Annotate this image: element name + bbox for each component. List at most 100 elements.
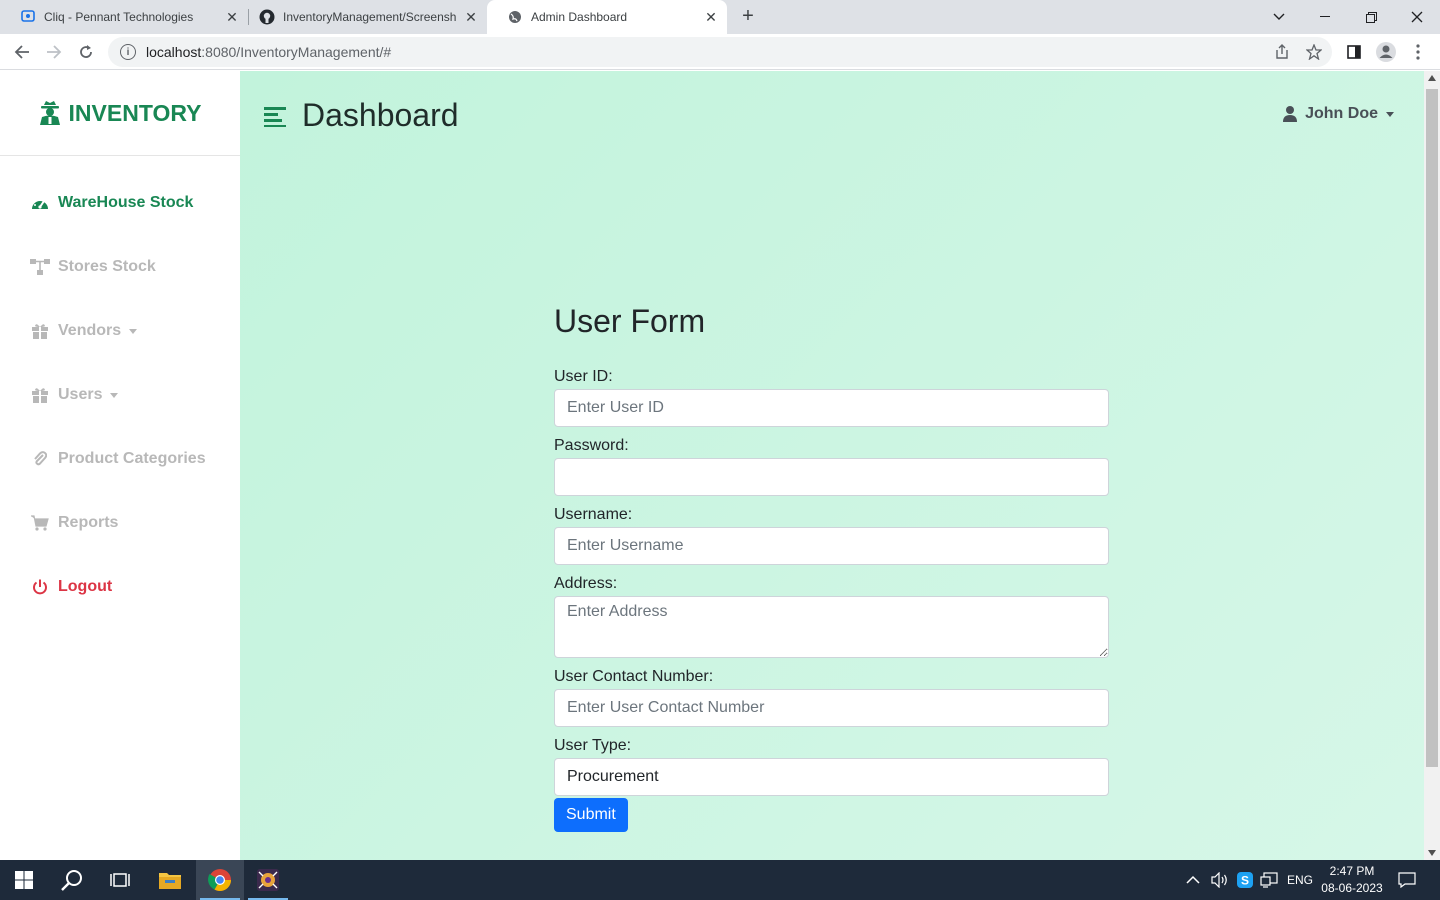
chrome-taskbar-icon[interactable] — [196, 860, 244, 900]
sidebar-item-label: Reports — [58, 514, 119, 531]
submit-button[interactable]: Submit — [554, 798, 628, 832]
scrollbar-thumb[interactable] — [1426, 89, 1438, 767]
reload-icon[interactable] — [74, 40, 98, 64]
cliq-favicon-icon — [20, 9, 36, 25]
sidebar: INVENTORY WareHouse Stock Stores Stock V… — [0, 71, 240, 860]
chevron-down-icon — [129, 328, 138, 334]
share-icon[interactable] — [1270, 40, 1294, 64]
language-indicator[interactable]: ENG — [1287, 860, 1313, 900]
contact-number-label: User Contact Number: — [554, 668, 714, 685]
tab-close-icon[interactable]: ✕ — [703, 9, 719, 26]
tab-close-icon[interactable]: ✕ — [224, 9, 240, 26]
tab-search-icon[interactable] — [1256, 0, 1302, 34]
sidebar-item-logout[interactable]: Logout — [30, 578, 112, 596]
scroll-down-icon[interactable] — [1428, 850, 1436, 856]
user-name: John Doe — [1305, 105, 1378, 122]
search-icon[interactable] — [48, 860, 96, 900]
clock-date: 08-06-2023 — [1321, 881, 1383, 895]
sidebar-item-label: Logout — [58, 578, 113, 595]
sidebar-item-label: Product Categories — [58, 450, 206, 467]
hamburger-menu-icon[interactable] — [264, 107, 286, 132]
sidebar-item-label: WareHouse Stock — [58, 194, 194, 211]
address-label: Address: — [554, 575, 618, 592]
form-heading: User Form — [554, 303, 706, 339]
browser-tab-admin-dashboard[interactable]: Admin Dashboard ✕ — [487, 0, 727, 34]
gift-icon — [30, 386, 50, 404]
sidebar-item-product-categories[interactable]: Product Categories — [30, 450, 206, 468]
sidebar-item-stores-stock[interactable]: Stores Stock — [30, 258, 156, 276]
scroll-up-icon[interactable] — [1428, 75, 1436, 81]
user-id-input[interactable] — [554, 389, 1109, 427]
globe-icon — [507, 9, 523, 25]
network-icon[interactable] — [1260, 860, 1278, 900]
github-favicon-icon — [259, 9, 275, 25]
browser-tab-strip: Cliq - Pennant Technologies ✕ InventoryM… — [0, 0, 1440, 34]
user-type-label: User Type: — [554, 737, 632, 754]
sidebar-item-label: Vendors — [58, 322, 122, 339]
side-panel-icon[interactable] — [1342, 40, 1366, 64]
app-taskbar-icon[interactable] — [244, 860, 292, 900]
password-label: Password: — [554, 437, 629, 454]
tab-title: InventoryManagement/Screensh — [283, 10, 457, 24]
sidebar-item-label: Users — [58, 386, 103, 403]
minimize-icon[interactable] — [1302, 0, 1348, 34]
new-tab-icon[interactable]: + — [736, 4, 760, 28]
restore-icon[interactable] — [1348, 0, 1394, 34]
contact-number-input[interactable] — [554, 689, 1109, 727]
user-id-label: User ID: — [554, 368, 613, 385]
tab-title: Admin Dashboard — [531, 10, 628, 24]
user-secret-icon — [39, 101, 60, 125]
back-arrow-icon[interactable] — [10, 40, 34, 64]
cart-icon — [30, 514, 50, 532]
user-icon — [1283, 106, 1298, 122]
skype-tray-icon[interactable]: S — [1237, 860, 1253, 900]
file-explorer-icon[interactable] — [146, 860, 194, 900]
power-icon — [30, 578, 50, 596]
sidebar-item-label: Stores Stock — [58, 258, 156, 275]
username-input[interactable] — [554, 527, 1109, 565]
main-content: Dashboard John Doe User Form User ID: Pa… — [240, 71, 1424, 860]
brand-logo[interactable]: INVENTORY — [0, 71, 240, 156]
tachometer-icon — [30, 194, 50, 212]
sidebar-item-vendors[interactable]: Vendors — [30, 322, 138, 340]
bookmark-star-icon[interactable] — [1302, 40, 1326, 64]
browser-tab-github[interactable]: InventoryManagement/Screensh ✕ — [239, 0, 487, 34]
url-path: :8080/InventoryManagement/# — [201, 44, 392, 60]
brand-name: INVENTORY — [68, 99, 202, 126]
svg-text:S: S — [1241, 874, 1249, 888]
address-bar[interactable]: i localhost:8080/InventoryManagement/# — [108, 37, 1332, 67]
windows-start-icon[interactable] — [0, 860, 48, 900]
forward-arrow-icon[interactable] — [42, 40, 66, 64]
browser-toolbar: i localhost:8080/InventoryManagement/# — [0, 34, 1440, 70]
username-label: Username: — [554, 506, 633, 523]
system-clock[interactable]: 2:47 PM 08-06-2023 — [1318, 863, 1386, 897]
gift-icon — [30, 322, 50, 340]
chevron-down-icon — [1386, 111, 1394, 117]
user-form: User Form User ID: Password: Username: A… — [554, 303, 1109, 832]
password-input[interactable] — [554, 458, 1109, 496]
user-dropdown[interactable]: John Doe — [1283, 105, 1394, 123]
profile-avatar-icon[interactable] — [1374, 40, 1398, 64]
url-host: localhost — [146, 44, 202, 60]
notification-center-icon[interactable] — [1398, 860, 1416, 900]
sidebar-item-warehouse-stock[interactable]: WareHouse Stock — [30, 194, 193, 212]
clock-time: 2:47 PM — [1329, 864, 1375, 878]
user-type-input[interactable] — [554, 758, 1109, 796]
chrome-menu-icon[interactable] — [1406, 40, 1430, 64]
task-view-icon[interactable] — [96, 860, 144, 900]
sitemap-icon — [30, 258, 50, 276]
tab-close-icon[interactable]: ✕ — [463, 9, 479, 26]
sidebar-item-reports[interactable]: Reports — [30, 514, 118, 532]
address-textarea[interactable] — [554, 596, 1109, 658]
show-hidden-icons-icon[interactable] — [1186, 860, 1200, 900]
page-title: Dashboard — [302, 97, 459, 133]
page-scrollbar[interactable] — [1424, 71, 1440, 860]
sidebar-item-users[interactable]: Users — [30, 386, 119, 404]
volume-icon[interactable] — [1211, 860, 1229, 900]
close-window-icon[interactable] — [1394, 0, 1440, 34]
browser-tab-cliq[interactable]: Cliq - Pennant Technologies ✕ — [0, 0, 248, 34]
chevron-down-icon — [110, 392, 119, 398]
windows-taskbar: S ENG 2:47 PM 08-06-2023 — [0, 860, 1440, 900]
paperclip-icon — [30, 450, 50, 468]
site-info-icon[interactable]: i — [120, 44, 136, 60]
